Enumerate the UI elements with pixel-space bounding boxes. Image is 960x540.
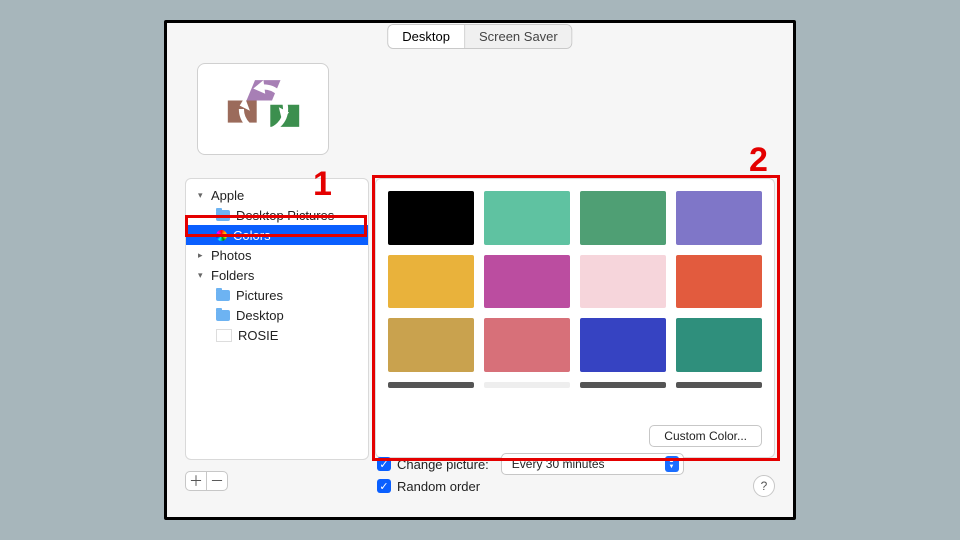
tab-desktop[interactable]: Desktop bbox=[388, 25, 465, 48]
color-swatch[interactable] bbox=[580, 191, 666, 245]
color-swatch[interactable] bbox=[388, 318, 474, 372]
sidebar-item-photos[interactable]: ▸ Photos bbox=[186, 245, 368, 265]
color-swatch[interactable] bbox=[676, 191, 762, 245]
folder-icon bbox=[216, 210, 230, 221]
random-order-checkbox[interactable]: ✓ bbox=[377, 479, 391, 493]
color-swatch[interactable] bbox=[676, 318, 762, 372]
sidebar-label: Folders bbox=[211, 268, 254, 283]
sidebar-label: Apple bbox=[211, 188, 244, 203]
color-swatch[interactable] bbox=[484, 191, 570, 245]
sidebar-label: Pictures bbox=[236, 288, 283, 303]
color-swatch[interactable] bbox=[388, 191, 474, 245]
source-list: ▾ Apple Desktop Pictures Colors ▸ Photos… bbox=[185, 178, 369, 460]
color-swatch[interactable] bbox=[676, 382, 762, 388]
updown-icon: ▲▼ bbox=[665, 456, 679, 472]
color-swatch[interactable] bbox=[580, 255, 666, 309]
color-swatch[interactable] bbox=[484, 382, 570, 388]
chevron-down-icon: ▾ bbox=[198, 270, 208, 281]
bottom-controls: ✓ Change picture: Every 30 minutes ▲▼ ✓ … bbox=[377, 453, 775, 497]
color-swatch[interactable] bbox=[484, 318, 570, 372]
custom-color-button[interactable]: Custom Color... bbox=[649, 425, 762, 447]
add-remove-group: ＋ － bbox=[185, 471, 228, 491]
sidebar-item-rosie[interactable]: ROSIE bbox=[186, 325, 368, 345]
color-swatch[interactable] bbox=[388, 255, 474, 309]
folder-icon bbox=[216, 310, 230, 321]
rotate-icon bbox=[221, 74, 306, 144]
sidebar-item-apple[interactable]: ▾ Apple bbox=[186, 185, 368, 205]
chevron-right-icon: ▸ bbox=[198, 250, 208, 261]
rainbow-icon bbox=[216, 230, 227, 241]
sidebar-label: Desktop bbox=[236, 308, 284, 323]
tab-screensaver[interactable]: Screen Saver bbox=[465, 25, 572, 48]
change-picture-label: Change picture: bbox=[397, 457, 489, 472]
sidebar-label: Desktop Pictures bbox=[236, 208, 334, 223]
color-swatch[interactable] bbox=[676, 255, 762, 309]
color-swatch[interactable] bbox=[580, 382, 666, 388]
help-button[interactable]: ? bbox=[753, 475, 775, 497]
sidebar-item-desktop-folder[interactable]: Desktop bbox=[186, 305, 368, 325]
remove-button[interactable]: － bbox=[207, 472, 227, 490]
interval-popup[interactable]: Every 30 minutes ▲▼ bbox=[501, 453, 684, 475]
sidebar-label: Photos bbox=[211, 248, 251, 263]
interval-value: Every 30 minutes bbox=[512, 457, 605, 471]
annotation-number-2: 2 bbox=[749, 141, 768, 180]
preferences-window: Desktop Screen Saver ▾ Apple bbox=[164, 20, 796, 520]
change-picture-checkbox[interactable]: ✓ bbox=[377, 457, 391, 471]
folder-icon bbox=[216, 290, 230, 301]
color-swatch[interactable] bbox=[580, 318, 666, 372]
add-button[interactable]: ＋ bbox=[186, 472, 207, 490]
sidebar-item-desktop-pictures[interactable]: Desktop Pictures bbox=[186, 205, 368, 225]
tab-group: Desktop Screen Saver bbox=[387, 24, 572, 49]
sidebar-label: ROSIE bbox=[238, 328, 278, 343]
sidebar-item-pictures[interactable]: Pictures bbox=[186, 285, 368, 305]
blank-icon bbox=[216, 329, 232, 342]
random-order-label: Random order bbox=[397, 479, 480, 494]
sidebar-item-folders[interactable]: ▾ Folders bbox=[186, 265, 368, 285]
desktop-preview bbox=[197, 63, 329, 155]
color-swatch[interactable] bbox=[484, 255, 570, 309]
chevron-down-icon: ▾ bbox=[198, 190, 208, 201]
sidebar-label: Colors bbox=[233, 228, 271, 243]
color-swatch[interactable] bbox=[388, 382, 474, 388]
color-grid: Custom Color... bbox=[375, 178, 775, 458]
sidebar-item-colors[interactable]: Colors bbox=[186, 225, 368, 245]
